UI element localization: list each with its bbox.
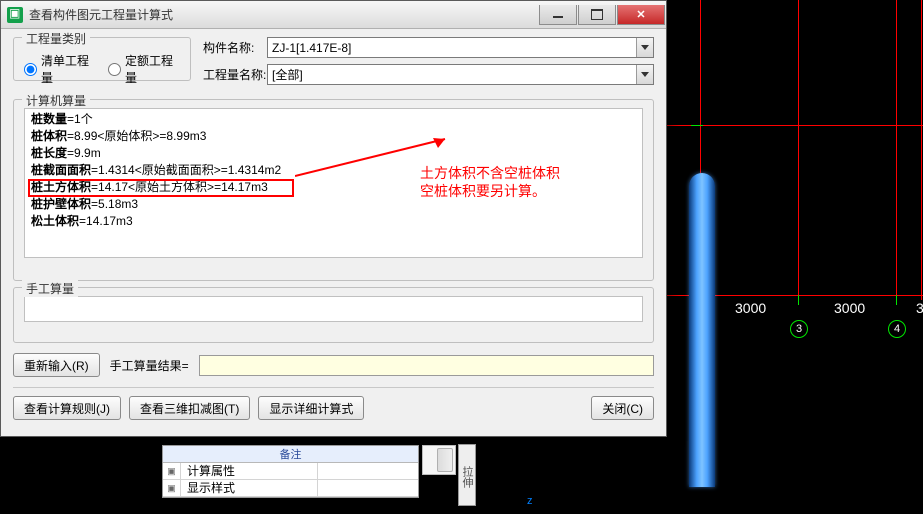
calc-line: 桩截面面积=1.4314<原始截面面积>=1.4314m2	[31, 162, 636, 179]
manual-calc-group: 手工算量	[13, 287, 654, 343]
group-legend: 工程量类别	[22, 30, 90, 47]
manual-result-field[interactable]	[199, 355, 654, 376]
dim-label: 3000	[834, 300, 865, 316]
radio-bill[interactable]: 清单工程量	[24, 52, 96, 86]
view-3d-deduct-button[interactable]: 查看三维扣减图(T)	[129, 396, 250, 420]
quantity-name-label: 工程量名称:	[203, 66, 267, 83]
group-legend: 手工算量	[22, 280, 78, 297]
scrollbar[interactable]	[422, 445, 456, 475]
reinput-button[interactable]: 重新输入(R)	[13, 353, 100, 377]
component-name-combo[interactable]: ZJ-1[1.417E-8]	[267, 37, 654, 58]
calc-line: 桩体积=8.99<原始体积>=8.99m3	[31, 128, 636, 145]
radio-bill-input[interactable]	[24, 63, 37, 76]
expand-icon[interactable]: ▣	[163, 480, 181, 496]
pile-3d	[689, 173, 715, 487]
node-label: 3	[790, 320, 808, 338]
manual-text-area[interactable]	[24, 296, 643, 322]
calc-line: 桩土方体积=14.17<原始土方体积>=14.17m3	[31, 179, 636, 196]
tick	[896, 295, 897, 305]
quantity-name-value: [全部]	[272, 66, 303, 83]
manual-result-label: 手工算量结果=	[110, 357, 189, 374]
quantity-name-combo[interactable]: [全部]	[267, 64, 654, 85]
calc-line: 桩数量=1个	[31, 111, 636, 128]
gridline	[798, 0, 799, 300]
node-label: 4	[888, 320, 906, 338]
component-name-label: 构件名称:	[203, 39, 267, 56]
window-title: 查看构件图元工程量计算式	[29, 6, 173, 23]
propgrid-row[interactable]: ▣ 显示样式	[163, 480, 418, 497]
gridline	[896, 0, 897, 300]
propgrid-label: 显示样式	[181, 480, 318, 496]
expand-icon[interactable]: ▣	[163, 463, 181, 479]
quantity-type-group: 工程量类别 清单工程量 定额工程量	[13, 37, 191, 81]
component-name-value: ZJ-1[1.417E-8]	[272, 41, 351, 55]
calc-line: 桩护壁体积=5.18m3	[31, 196, 636, 213]
group-legend: 计算机算量	[22, 92, 90, 109]
maximize-button[interactable]	[578, 5, 616, 25]
view-rule-button[interactable]: 查看计算规则(J)	[13, 396, 121, 420]
calc-text-area[interactable]: 桩数量=1个 桩体积=8.99<原始体积>=8.99m3 桩长度=9.9m 桩截…	[24, 108, 643, 258]
tick	[798, 295, 799, 305]
app-icon	[7, 7, 23, 23]
close-button[interactable]: 关闭(C)	[591, 396, 654, 420]
radio-quota-input[interactable]	[108, 63, 121, 76]
radio-bill-label: 清单工程量	[41, 52, 96, 86]
propgrid-header: 备注	[163, 446, 418, 463]
calc-line: 桩长度=9.9m	[31, 145, 636, 162]
propgrid-row[interactable]: ▣ 计算属性	[163, 463, 418, 480]
chevron-down-icon[interactable]	[636, 65, 653, 84]
computer-calc-group: 计算机算量 桩数量=1个 桩体积=8.99<原始体积>=8.99m3 桩长度=9…	[13, 99, 654, 281]
separator	[13, 387, 654, 388]
titlebar[interactable]: 查看构件图元工程量计算式	[1, 1, 666, 29]
gridline	[921, 0, 922, 300]
dim-label: 3	[916, 300, 923, 316]
show-detail-button[interactable]: 显示详细计算式	[258, 396, 364, 420]
close-window-button[interactable]	[617, 5, 665, 25]
property-grid[interactable]: 备注 ▣ 计算属性 ▣ 显示样式	[162, 445, 419, 498]
side-tab-stretch[interactable]: 拉伸	[458, 444, 476, 506]
dialog-window: 查看构件图元工程量计算式 工程量类别 清单工程量 定额工程量	[0, 0, 667, 437]
chevron-down-icon[interactable]	[636, 38, 653, 57]
radio-quota[interactable]: 定额工程量	[108, 52, 180, 86]
axis-label-z: z	[527, 495, 533, 507]
minimize-button[interactable]	[539, 5, 577, 25]
tick	[691, 125, 703, 126]
dim-label: 3000	[735, 300, 766, 316]
calc-line: 松土体积=14.17m3	[31, 213, 636, 230]
propgrid-label: 计算属性	[181, 463, 318, 479]
radio-quota-label: 定额工程量	[125, 52, 180, 86]
